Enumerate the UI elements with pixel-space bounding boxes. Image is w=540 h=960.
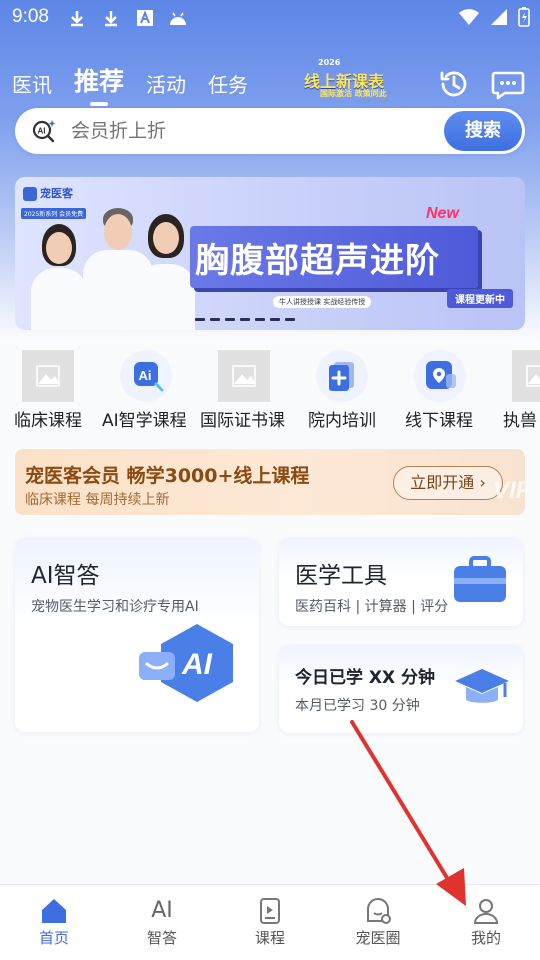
month-study-subtitle: 本月已学习 30 分钟	[295, 698, 420, 714]
top-nav-tabs: 医讯 推荐 活动 任务	[12, 62, 248, 106]
tab-news[interactable]: 医讯	[12, 69, 52, 98]
category-label: 临床课程	[14, 411, 82, 430]
vip-title: 宠医客会员 畅学3000+线上课程	[25, 465, 310, 487]
new-badge: New	[426, 205, 459, 222]
plus-document-icon	[316, 350, 368, 402]
category-row: 临床课程 Ai AI智学课程 国际证书课 院内培训 线下课程 执兽	[0, 348, 540, 430]
download-icon	[71, 11, 83, 27]
image-placeholder-icon	[22, 350, 74, 402]
bottom-navigation: 首页 AI 智答 课程 宠医圈 我的	[0, 884, 540, 960]
nav-courses[interactable]: 课程	[216, 885, 324, 960]
ai-answer-card[interactable]: AI智答 宠物医生学习和诊疗专用AI AI	[15, 538, 259, 732]
promo-year: 2026	[318, 58, 341, 67]
nav-home-label: 首页	[38, 929, 69, 947]
course-banner[interactable]: 宠医客 2025新系列 会员免费 胸腹部超声进阶 New 牛人讲授授课 实战经验…	[15, 177, 525, 330]
message-icon[interactable]	[491, 70, 525, 100]
community-icon	[367, 898, 391, 924]
study-time-card[interactable]: 今日已学 XX 分钟 本月已学习 30 分钟	[279, 645, 523, 733]
vip-subtitle: 临床课程 每周持续上新	[25, 492, 170, 508]
status-time: 9:08	[12, 6, 49, 27]
search-input[interactable]	[71, 108, 431, 154]
vip-banner[interactable]: 宠医客会员 畅学3000+线上课程 临床课程 每周持续上新 立即开通 › VIP	[15, 449, 525, 515]
nav-ai-label: 智答	[146, 929, 177, 947]
ai-icon: Ai	[120, 350, 172, 402]
category-label: 线下课程	[405, 411, 473, 430]
ai-text-icon: AI	[151, 898, 173, 923]
ai-chat-icon: AI	[139, 624, 233, 702]
promo-subtitle: 国际激活 政策同此	[320, 89, 387, 98]
svg-text:Ai: Ai	[139, 368, 152, 383]
history-icon[interactable]	[438, 68, 470, 100]
font-app-icon	[137, 10, 153, 26]
tab-activity[interactable]: 活动	[146, 69, 186, 98]
tab-tasks[interactable]: 任务	[208, 69, 248, 98]
banner-subtitle: 牛人讲授授课 实战经验传授	[273, 296, 372, 308]
status-bar: 9:08	[0, 0, 540, 36]
banner-title: 胸腹部超声进阶	[195, 241, 440, 281]
instructor-figure	[137, 212, 195, 330]
category-label: AI智学课程	[102, 411, 187, 430]
vip-decoration: VIP	[493, 477, 525, 504]
category-label: 执兽	[503, 411, 537, 430]
brand-logo-icon	[23, 187, 37, 201]
image-placeholder-icon	[218, 350, 270, 402]
update-badge: 课程更新中	[447, 289, 513, 308]
image-placeholder-icon	[512, 350, 540, 402]
tab-recommend[interactable]: 推荐	[74, 62, 124, 106]
search-bar: AI 搜索	[15, 108, 525, 154]
medical-tools-card[interactable]: 医学工具 医药百科 | 计算器 | 评分	[279, 538, 523, 626]
battery-icon	[518, 7, 530, 27]
ai-card-subtitle: 宠物医生学习和诊疗专用AI	[31, 599, 199, 615]
nav-community[interactable]: 宠医圈	[324, 885, 432, 960]
svg-text:AI: AI	[38, 127, 46, 136]
activate-vip-label: 立即开通	[410, 473, 475, 492]
tools-card-subtitle: 医药百科 | 计算器 | 评分	[295, 599, 449, 615]
wifi-icon	[459, 9, 479, 25]
instructor-figure	[31, 218, 87, 330]
play-book-icon	[260, 898, 280, 924]
toolbox-icon	[454, 556, 506, 602]
nav-home[interactable]: 首页	[0, 885, 108, 960]
today-study-title: 今日已学 XX 分钟	[295, 668, 436, 688]
download-icon	[105, 11, 117, 27]
nav-community-label: 宠医圈	[355, 929, 401, 947]
new-course-promo[interactable]: 2026 线上新课表 国际激活 政策同此	[296, 58, 396, 100]
ai-search-icon: AI	[32, 120, 56, 143]
home-icon	[42, 899, 66, 923]
category-label: 院内培训	[308, 411, 376, 430]
ai-graphic-text: AI	[181, 648, 213, 681]
banner-brand-text: 宠医客	[40, 187, 73, 200]
activate-vip-button[interactable]: 立即开通 ›	[393, 466, 503, 500]
signal-icon	[491, 9, 507, 25]
nav-profile-label: 我的	[470, 929, 501, 947]
android-icon	[170, 12, 186, 25]
category-label: 国际证书课	[200, 411, 285, 430]
profile-icon	[473, 899, 499, 924]
nav-ai-answer[interactable]: AI 智答	[108, 885, 216, 960]
tools-card-title: 医学工具	[295, 563, 387, 589]
carousel-indicator	[195, 318, 295, 321]
location-pin-icon	[414, 350, 466, 402]
search-button[interactable]: 搜索	[444, 111, 522, 151]
banner-brand: 宠医客	[23, 185, 73, 201]
nav-profile[interactable]: 我的	[432, 885, 540, 960]
nav-courses-label: 课程	[254, 929, 285, 947]
graduation-cap-icon	[455, 669, 509, 703]
ai-card-title: AI智答	[31, 563, 100, 589]
